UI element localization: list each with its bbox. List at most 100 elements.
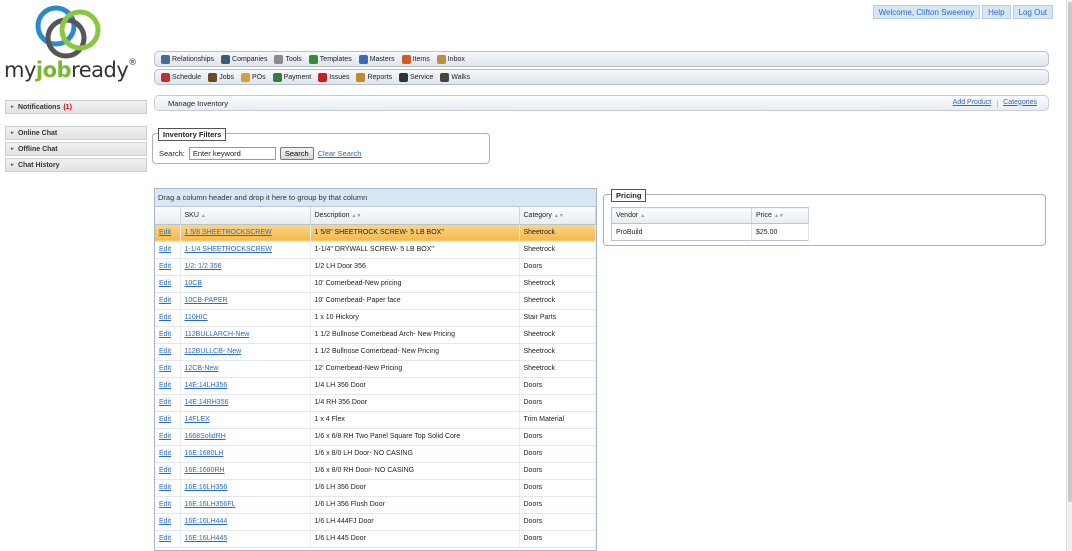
sku-link[interactable]: 112BULLCB- New: [185, 348, 242, 355]
nav-item-relationships[interactable]: Relationships: [161, 54, 214, 64]
table-row[interactable]: Edit 10CB 10' Cornerbead-New pricing Sheetr…: [155, 275, 596, 293]
table-row[interactable]: Edit 112BULLARCH-New 1 1/2 Bullnose Comerb…: [155, 326, 596, 344]
nav-item-service[interactable]: Service: [399, 72, 433, 82]
sidebar-item-chat-history[interactable]: ► Chat History: [5, 158, 147, 172]
edit-cell: Edit: [155, 224, 181, 242]
nav-item-inbox[interactable]: Inbox: [436, 54, 465, 64]
table-row[interactable]: Edit 1 5/8 SHEETROCKSCREW 1 5/8" SHEETROCK…: [155, 224, 596, 242]
table-row[interactable]: Edit 10CB-PAPER 10' Cornerbead- Paper face…: [155, 292, 596, 310]
sku-link[interactable]: 110HIC: [185, 314, 208, 321]
table-row[interactable]: Edit 16E:16LH356 1/6 LH 356 Door Doors: [155, 479, 596, 497]
column-header-description[interactable]: Description ▲▼: [310, 207, 520, 225]
sku-link[interactable]: 16E:16LH444: [185, 518, 228, 525]
nav-item-companies[interactable]: Companies: [221, 54, 267, 64]
table-row[interactable]: Edit 14FLEX 1 x 4 Flex Trim Material: [155, 411, 596, 429]
sku-link[interactable]: 12CB-New: [185, 365, 219, 372]
column-header-vendor[interactable]: Vendor ▲: [611, 207, 752, 224]
search-button[interactable]: Search: [279, 147, 314, 160]
edit-link[interactable]: Edit: [159, 314, 171, 321]
sku-link[interactable]: 16E:1680RH: [185, 467, 225, 474]
edit-link[interactable]: Edit: [159, 280, 171, 287]
nav-item-reports[interactable]: Reports: [356, 72, 392, 82]
sku-link[interactable]: 112BULLARCH-New: [185, 331, 250, 338]
edit-link[interactable]: Edit: [159, 416, 171, 423]
sku-link[interactable]: 1668SolidRH: [185, 433, 226, 440]
edit-link[interactable]: Edit: [159, 433, 171, 440]
nav-item-tools[interactable]: Tools: [274, 54, 302, 64]
table-row[interactable]: Edit 16E:1680RH 1/6 x 8/0 RH Door- NO CASI…: [155, 462, 596, 480]
logout-link[interactable]: Log Out: [1012, 5, 1053, 19]
sidebar-item-notifications[interactable]: ► Notifications (1): [5, 100, 147, 114]
description-cell: 1/6 LH 444FJ Door: [310, 513, 520, 531]
nav-item-walks[interactable]: Walks: [440, 72, 470, 82]
sidebar-item-label: Online Chat: [17, 129, 58, 137]
edit-link[interactable]: Edit: [159, 331, 171, 338]
add-product-link[interactable]: Add Product: [953, 99, 992, 108]
table-row[interactable]: Edit 1/2: 1/2 356 1/2 LH Door 356 Doors: [155, 258, 596, 276]
table-row[interactable]: Edit 14E:14LH356 1/4 LH 356 Door Doors: [155, 377, 596, 395]
nav-item-schedule[interactable]: Schedule: [161, 72, 201, 82]
clear-search-link[interactable]: Clear Search: [318, 149, 362, 158]
table-row[interactable]: Edit 14E:14RH356 1/4 RH 356 Door Doors: [155, 394, 596, 412]
sku-link[interactable]: 14E:14LH356: [185, 382, 228, 389]
nav-item-pos[interactable]: POs: [241, 72, 266, 82]
edit-link[interactable]: Edit: [159, 348, 171, 355]
edit-link[interactable]: Edit: [159, 484, 171, 491]
scrollbar-thumb[interactable]: [1068, 2, 1072, 502]
table-row[interactable]: Edit 16E:1680LH 1/6 x 8/0 LH Door- NO CASI…: [155, 445, 596, 463]
sku-link[interactable]: 1-1/4 SHEETROCKSCREW: [185, 246, 273, 253]
edit-link[interactable]: Edit: [159, 399, 171, 406]
page-scrollbar[interactable]: [1066, 0, 1072, 551]
categories-link[interactable]: Categories: [1003, 99, 1037, 108]
edit-link[interactable]: Edit: [159, 365, 171, 372]
table-row[interactable]: Edit 12CB-New 12' Cornerbead-New Pricing Sh…: [155, 360, 596, 378]
table-row[interactable]: Edit 16E:16LH445 1/6 LH 445 Door Doors: [155, 530, 596, 548]
sku-link[interactable]: 1/2: 1/2 356: [185, 263, 222, 270]
table-row[interactable]: Edit 1668SolidRH 1/6 x 6/8 RH Two Panel Sq…: [155, 428, 596, 446]
group-by-panel[interactable]: Drag a column header and drop it here to…: [155, 189, 596, 207]
table-row[interactable]: Edit 1-1/4 SHEETROCKSCREW 1-1/4" DRYWALL S…: [155, 241, 596, 259]
inventory-grid: Drag a column header and drop it here to…: [154, 188, 597, 551]
edit-link[interactable]: Edit: [159, 467, 171, 474]
edit-link[interactable]: Edit: [159, 246, 171, 253]
nav-item-masters[interactable]: Masters: [358, 54, 395, 64]
edit-link[interactable]: Edit: [159, 450, 171, 457]
nav-item-jobs[interactable]: Jobs: [208, 72, 234, 82]
sidebar-item-online-chat[interactable]: ► Online Chat: [5, 126, 147, 140]
edit-link[interactable]: Edit: [159, 535, 171, 542]
sku-link[interactable]: 14E:14RH356: [185, 399, 229, 406]
nav-item-templates[interactable]: Templates: [308, 54, 352, 64]
welcome-link[interactable]: Welcome, Clifton Sweeney: [872, 5, 981, 19]
sku-link[interactable]: 16E:16LH445: [185, 535, 228, 542]
column-header-category[interactable]: Category ▲▼: [519, 207, 596, 225]
edit-cell: Edit: [155, 496, 181, 514]
sku-link[interactable]: 10CB: [185, 280, 203, 287]
edit-link[interactable]: Edit: [159, 263, 171, 270]
search-input[interactable]: [188, 147, 276, 160]
edit-link[interactable]: Edit: [159, 229, 171, 236]
sku-link[interactable]: 10CB-PAPER: [185, 297, 228, 304]
edit-link[interactable]: Edit: [159, 501, 171, 508]
nav-item-items[interactable]: Items: [401, 54, 430, 64]
edit-link[interactable]: Edit: [159, 518, 171, 525]
nav-item-payment[interactable]: Payment: [272, 72, 311, 82]
table-row[interactable]: Edit 16E:16LH356FL 1/6 LH 356 Flush Door Do…: [155, 496, 596, 514]
help-link[interactable]: Help: [982, 5, 1011, 19]
table-row[interactable]: ProBuild $25.00: [611, 223, 809, 241]
edit-cell: Edit: [155, 326, 181, 344]
sku-link[interactable]: 14FLEX: [185, 416, 210, 423]
edit-link[interactable]: Edit: [159, 382, 171, 389]
sku-link[interactable]: 1 5/8 SHEETROCKSCREW: [185, 229, 272, 236]
edit-cell: Edit: [155, 394, 181, 412]
table-row[interactable]: Edit 110HIC 1 x 10 Hickory Stair Parts: [155, 309, 596, 327]
sku-link[interactable]: 16E:16LH356FL: [185, 501, 236, 508]
column-header-price[interactable]: Price ▲▼: [751, 207, 809, 224]
table-row[interactable]: Edit 16E:16LH444 1/6 LH 444FJ Door Doors: [155, 513, 596, 531]
sidebar-item-offline-chat[interactable]: ► Offline Chat: [5, 142, 147, 156]
nav-item-issues[interactable]: Issues: [318, 72, 349, 82]
table-row[interactable]: Edit 112BULLCB- New 1 1/2 Bullnose Comerbe…: [155, 343, 596, 361]
sku-link[interactable]: 16E:16LH356: [185, 484, 228, 491]
column-header-sku[interactable]: SKU ▲: [180, 207, 311, 225]
sku-link[interactable]: 16E:1680LH: [185, 450, 224, 457]
edit-link[interactable]: Edit: [159, 297, 171, 304]
